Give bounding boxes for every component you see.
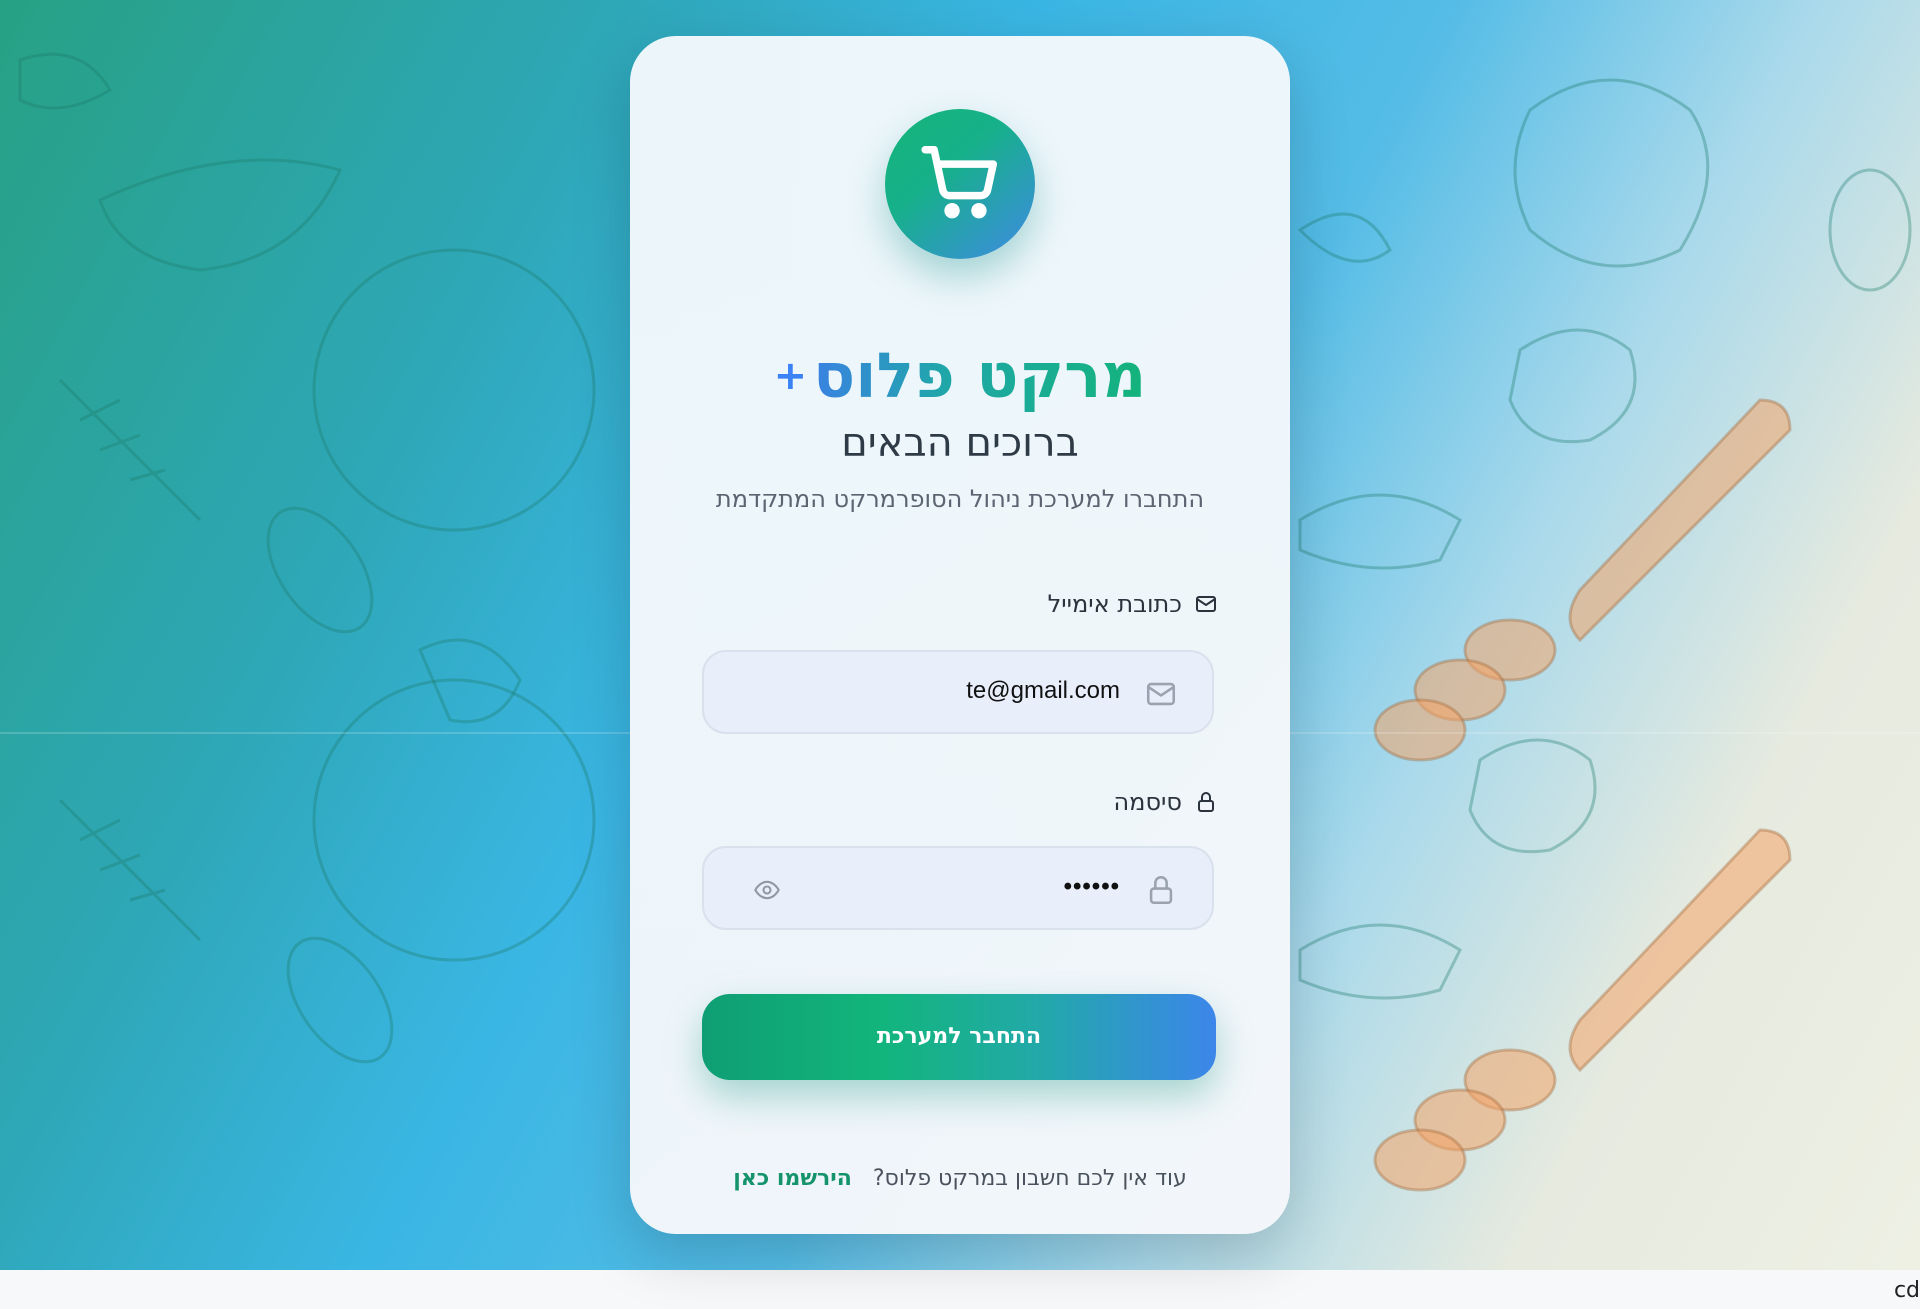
footer-strip	[0, 1270, 1920, 1309]
signup-row: עוד אין לכם חשבון במרקט פלוס? הירשמו כאן	[630, 1166, 1290, 1191]
lock-icon	[1144, 873, 1178, 911]
brand-title: מרקט פלוס+	[630, 336, 1290, 416]
mail-icon	[1144, 677, 1178, 715]
email-value: te@gmail.com	[966, 677, 1120, 704]
mail-icon	[1194, 592, 1218, 616]
cart-icon	[921, 145, 998, 219]
brand-plus: +	[773, 353, 808, 399]
password-field[interactable]: ••••••	[702, 846, 1214, 930]
password-label: סיסמה	[1114, 788, 1219, 816]
email-label-text: כתובת אימייל	[1047, 590, 1182, 618]
brand-name: מרקט פלוס	[813, 339, 1147, 412]
signup-link[interactable]: הירשמו כאן	[733, 1166, 852, 1191]
welcome-heading: ברוכים הבאים	[841, 420, 1079, 466]
password-value: ••••••	[1063, 873, 1120, 900]
password-label-text: סיסמה	[1113, 788, 1183, 816]
signup-question: עוד אין לכם חשבון במרקט פלוס?	[872, 1166, 1187, 1191]
logo	[885, 109, 1035, 259]
corner-text: cd	[1893, 1278, 1920, 1303]
login-button[interactable]: התחבר למערכת	[702, 994, 1216, 1080]
eye-icon[interactable]	[750, 876, 784, 908]
subtitle: התחברו למערכת ניהול הסופרמרקט המתקדמת	[715, 485, 1205, 513]
lock-icon	[1194, 790, 1218, 814]
email-label: כתובת אימייל	[1048, 590, 1218, 618]
login-card: מרקט פלוס+ ברוכים הבאים התחברו למערכת ני…	[630, 36, 1290, 1234]
email-field[interactable]: te@gmail.com	[702, 650, 1214, 734]
